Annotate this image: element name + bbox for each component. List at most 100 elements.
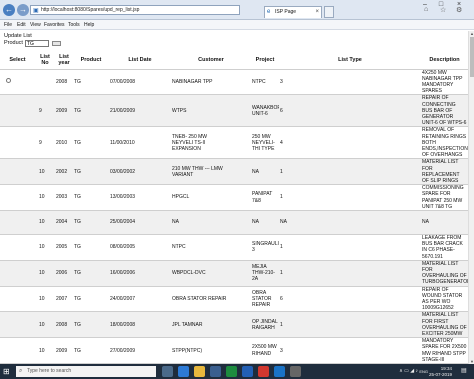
menu-favorites[interactable]: Favorites [44, 21, 65, 29]
cell-list-desc: WTPS [171, 94, 251, 127]
cell-project: 4 [279, 126, 421, 159]
cell-list-year: 2008 [55, 68, 73, 95]
cell-product: TG [73, 285, 109, 312]
cell-project: NA [279, 209, 421, 235]
search-icon: ⌕ [19, 368, 23, 374]
cell-list-date: 27/00/2009 [109, 337, 171, 364]
menu-file[interactable]: File [4, 21, 12, 29]
select-radio[interactable] [6, 78, 11, 84]
cell-list-type: MATERIAL LIST FOR OVERHAULING OF TURBOGE… [421, 259, 468, 287]
cell-list-date: 16/00/2006 [109, 259, 171, 287]
ie-icon: e [267, 9, 271, 15]
cell-list-no: 10 [35, 158, 55, 185]
table-row: 10 2003 TG 13/00/2003 HPGCL PANIPAT 7&8 1 COMMI… [0, 184, 468, 211]
cell-project: 3 [279, 337, 421, 364]
update-list-table: Select List No List year Product List Da… [0, 51, 468, 364]
product-input[interactable] [25, 40, 49, 47]
cell-list-no: 10 [35, 259, 55, 287]
excel-icon[interactable] [226, 366, 237, 377]
cell-list-desc: NABINAGAR TPP [171, 68, 251, 95]
cell-list-type: REMOVAL OF RETAINING RINGS BOTH ENDS,INS… [421, 126, 468, 159]
app-icon[interactable] [258, 366, 269, 377]
internet-explorer-icon[interactable] [274, 366, 285, 377]
cell-list-desc: NTPC [171, 233, 251, 261]
cell-list-year: 2002 [55, 158, 73, 185]
windows-start-icon[interactable]: ⊞ [3, 367, 12, 376]
cell-list-type: MATERIAL LIST FOR FIRST OVERHAULING OF E… [421, 311, 468, 338]
cell-list-type: 4X250 MW NABINAGAR TPP MANDATORY SPARES [421, 68, 468, 95]
app-icon-2[interactable] [290, 366, 301, 377]
cell-list-date: 24/00/2007 [109, 285, 171, 312]
word-icon[interactable] [242, 366, 253, 377]
cell-list-year: 2009 [55, 94, 73, 127]
tab-isp-page[interactable]: e ISP Page × [264, 6, 322, 18]
language-indicator[interactable]: ENG [419, 369, 428, 374]
cell-list-no: 10 [35, 209, 55, 235]
product-label: Product [4, 40, 23, 46]
store-icon[interactable] [210, 366, 221, 377]
menu-edit[interactable]: Edit [17, 21, 26, 29]
edge-icon[interactable] [178, 366, 189, 377]
cell-list-year: 2009 [55, 337, 73, 364]
clock[interactable]: 19:34 25-07-2019 [429, 366, 452, 377]
cell-list-type: LEAKAGE FROM BUS BAR CRACK IN C6 PHASE- … [421, 233, 468, 261]
cell-list-date: 25/00/2004 [109, 209, 171, 235]
scroll-up-icon[interactable]: ▲ [469, 31, 474, 36]
cell-project: 1 [279, 233, 421, 261]
cell-list-date: 18/00/2008 [109, 311, 171, 338]
header-list-date: List Date [128, 56, 152, 63]
cell-product: TG [73, 158, 109, 185]
notification-icon[interactable]: ▤ [461, 367, 470, 376]
settings-icon[interactable]: ⚙ [456, 6, 462, 14]
address-bar[interactable]: ▣ http://localhost:8080/Spares/upd_rep_l… [30, 5, 240, 15]
task-view-icon[interactable] [162, 366, 173, 377]
cell-project: 1 [279, 158, 421, 185]
cell-list-type: NA [421, 209, 468, 235]
new-tab-button[interactable] [324, 6, 334, 18]
cell-list-date: 21/00/2009 [109, 94, 171, 127]
cell-list-date: 03/00/2002 [109, 158, 171, 185]
select-cell [0, 311, 35, 338]
taskbar-search-box[interactable]: ⌕ Type here to search [16, 366, 156, 377]
cell-product: TG [73, 126, 109, 159]
cell-project: 1 [279, 311, 421, 338]
cell-list-year: 2010 [55, 126, 73, 159]
cell-list-no: 9 [35, 126, 55, 159]
cell-customer: 2X500 MW RIHAND [251, 337, 279, 364]
header-list-type: List Type [338, 56, 362, 63]
menu-help[interactable]: Help [84, 21, 94, 29]
cell-list-desc: HPGCL [171, 184, 251, 211]
forward-icon[interactable]: → [17, 4, 29, 16]
menu-view[interactable]: View [30, 21, 41, 29]
cell-list-desc: TNEB- 250 MW NEYVELI TS-II EXPANSION [171, 126, 251, 159]
cell-list-date: 11/00/2010 [109, 126, 171, 159]
cell-product: TG [73, 337, 109, 364]
product-submit-button[interactable] [52, 41, 61, 46]
scroll-thumb[interactable] [470, 37, 474, 77]
table-row: 10 2008 TG 18/00/2008 JPL TAMNAR OP JINDAL RA… [0, 311, 468, 338]
select-cell [0, 184, 35, 211]
home-icon[interactable]: ⌂ [424, 6, 428, 13]
cell-list-desc: OBRA STATOR REPAIR [171, 285, 251, 312]
file-explorer-icon[interactable] [194, 366, 205, 377]
header-select: Select [9, 56, 26, 63]
cell-customer: NA [251, 158, 279, 185]
table-row: 102004TG25/00/2004NANANANANA [0, 209, 468, 235]
select-cell [0, 126, 35, 159]
table-header-row: Select List No List year Product List Da… [0, 51, 468, 69]
browser-titlebar: ← → ▣ http://localhost:8080/Spares/upd_r… [0, 0, 474, 20]
cell-list-no: 9 [35, 94, 55, 127]
cell-list-no: 10 [35, 285, 55, 312]
cell-customer: SINGRAULI-3 [251, 233, 279, 261]
system-tray-icons[interactable]: ∧ ▭ ◢ ♪ [399, 368, 418, 374]
cell-product: TG [73, 94, 109, 127]
table-row: 10 2002 TG 03/00/2002 210 MW THW --- LMW VAR… [0, 158, 468, 185]
cell-list-no [35, 68, 55, 95]
cell-list-date: 13/00/2003 [109, 184, 171, 211]
back-icon[interactable]: ← [3, 4, 15, 16]
table-row: 92009TG21/00/2009WTPSWANAKBORI UNIT-66RE… [0, 94, 468, 127]
close-tab-icon[interactable]: × [315, 7, 319, 18]
menu-tools[interactable]: Tools [68, 21, 80, 29]
vertical-scrollbar[interactable]: ▲ ▼ [468, 31, 474, 364]
favorites-icon[interactable]: ☆ [440, 6, 446, 14]
